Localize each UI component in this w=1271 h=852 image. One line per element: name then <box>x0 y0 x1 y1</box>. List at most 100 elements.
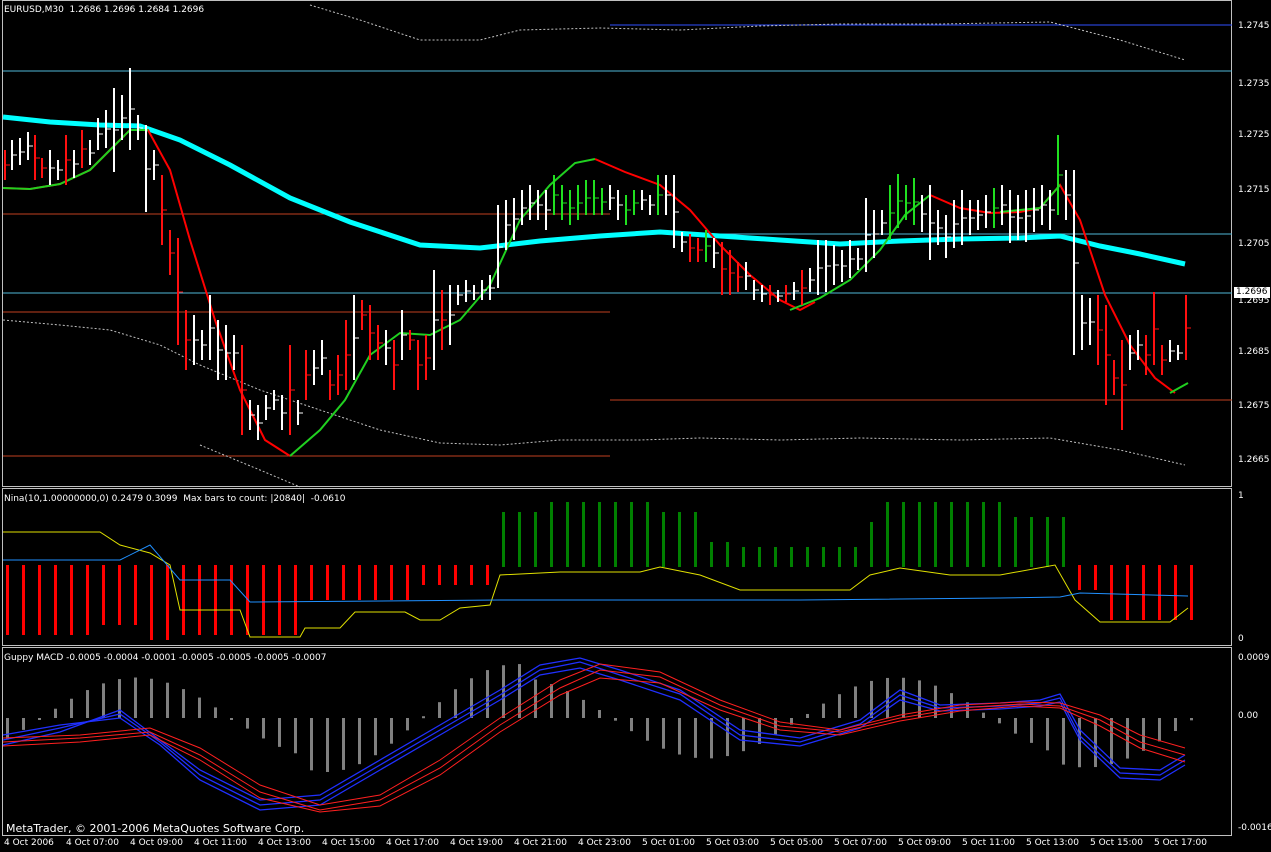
macd-histogram-bar <box>566 691 569 718</box>
time-label: 5 Oct 09:00 <box>898 838 951 848</box>
time-label: 5 Oct 13:00 <box>1026 838 1079 848</box>
macd-histogram-bar <box>230 718 233 720</box>
nina-histogram-bar <box>1126 565 1129 620</box>
nina-scale-top: 1 <box>1238 491 1244 501</box>
price-label: 1.2685 <box>1238 347 1270 357</box>
macd-histogram-bar <box>358 718 361 765</box>
macd-histogram-bar <box>262 718 265 739</box>
current-price-tag: 1.2696 <box>1234 287 1270 298</box>
macd-histogram-bar <box>54 708 57 718</box>
price-label: 1.2665 <box>1238 455 1270 465</box>
nina-histogram-bar <box>630 502 633 567</box>
nina-histogram-bar <box>1078 565 1081 590</box>
macd-histogram-bar <box>86 690 89 718</box>
nina-histogram-bar <box>1174 565 1177 620</box>
macd-histogram-bar <box>166 682 169 718</box>
guppy-fast-line <box>2 667 1186 811</box>
nina-histogram-bar <box>342 565 345 600</box>
macd-histogram-bar <box>1046 718 1049 751</box>
nina-histogram-bar <box>582 502 585 567</box>
macd-histogram-bar <box>150 678 153 718</box>
macd-histogram-bar <box>598 710 601 718</box>
nina-histogram-bar <box>278 565 281 635</box>
macd-histogram-bar <box>534 679 537 718</box>
nina-histogram-bar <box>966 502 969 567</box>
macd-histogram-bar <box>102 683 105 718</box>
nina-histogram-bar <box>598 502 601 567</box>
guppy-scale-top: 0.0009 <box>1238 653 1270 663</box>
nina-histogram-bar <box>422 565 425 585</box>
macd-histogram-bar <box>710 718 713 759</box>
macd-histogram-bar <box>1014 718 1017 734</box>
nina-histogram-bar <box>134 565 137 625</box>
guppy-fast-line <box>2 661 1186 806</box>
macd-histogram-bar <box>950 693 953 718</box>
nina-histogram-bar <box>262 565 265 635</box>
nina-histogram-bar <box>358 565 361 600</box>
nina-histogram-bar <box>870 522 873 567</box>
nina-histogram-bar <box>550 502 553 567</box>
nina-histogram-bar <box>566 502 569 567</box>
time-label: 4 Oct 21:00 <box>514 838 567 848</box>
nina-histogram-bar <box>646 502 649 567</box>
nina-histogram-bar <box>838 547 841 567</box>
macd-histogram-bar <box>438 702 441 718</box>
nina-histogram-bar <box>230 565 233 635</box>
nina-histogram-bar <box>822 547 825 567</box>
macd-histogram-bar <box>678 718 681 755</box>
macd-histogram-bar <box>694 718 697 758</box>
main-chart-title: EURUSD,M30 1.2686 1.2696 1.2684 1.2696 <box>4 5 205 15</box>
macd-histogram-bar <box>822 703 825 718</box>
nina-histogram-bar <box>118 565 121 625</box>
guppy-slow-line <box>2 663 1186 806</box>
nina-histogram-bar <box>310 565 313 600</box>
macd-histogram-bar <box>838 694 841 718</box>
macd-histogram-bar <box>662 718 665 749</box>
macd-histogram-bar <box>934 685 937 718</box>
macd-histogram-bar <box>726 718 729 757</box>
nina-histogram-bar <box>1094 565 1097 590</box>
macd-histogram-bar <box>486 670 489 718</box>
nina-histogram-bar <box>470 565 473 585</box>
nina-histogram-bar <box>198 565 201 635</box>
macd-histogram-bar <box>582 699 585 718</box>
macd-histogram-bar <box>1158 718 1161 742</box>
nina-histogram-bar <box>54 565 57 635</box>
nina-histogram-bar <box>1062 517 1065 567</box>
macd-histogram-bar <box>806 713 809 718</box>
macd-histogram-bar <box>294 718 297 754</box>
time-label: 4 Oct 15:00 <box>322 838 375 848</box>
macd-histogram-bar <box>1030 718 1033 743</box>
guppy-scale-bottom: -0.0016 <box>1238 823 1271 833</box>
nina-histogram-bar <box>518 512 521 567</box>
macd-histogram-bar <box>1078 718 1081 768</box>
macd-histogram-bar <box>518 664 521 718</box>
macd-histogram-bar <box>758 718 761 744</box>
nina-histogram-bar <box>998 502 1001 567</box>
price-label: 1.2735 <box>1238 79 1270 89</box>
nina-histogram-bar <box>1014 517 1017 567</box>
nina-histogram-bar <box>934 502 937 567</box>
time-label: 4 Oct 19:00 <box>450 838 503 848</box>
nina-histogram-bar <box>614 502 617 567</box>
time-label: 4 Oct 09:00 <box>130 838 183 848</box>
macd-histogram-bar <box>646 718 649 741</box>
nina-signal-line <box>3 531 1189 638</box>
nina-scale-bottom: 0 <box>1238 634 1244 644</box>
macd-histogram-bar <box>278 718 281 747</box>
nina-histogram-bar <box>214 565 217 635</box>
nina-histogram-bar <box>390 565 393 600</box>
nina-histogram-bar <box>1030 517 1033 567</box>
macd-histogram-bar <box>614 718 617 721</box>
nina-histogram-bar <box>918 502 921 567</box>
envelope-line <box>199 444 301 488</box>
nina-histogram-bar <box>726 542 729 567</box>
time-label: 4 Oct 23:00 <box>578 838 631 848</box>
nina-histogram-bar <box>502 512 505 567</box>
macd-histogram-bar <box>742 718 745 752</box>
macd-histogram-bar <box>854 686 857 718</box>
nina-histogram-bar <box>806 547 809 567</box>
time-label: 5 Oct 15:00 <box>1090 838 1143 848</box>
time-label: 4 Oct 07:00 <box>66 838 119 848</box>
macd-histogram-bar <box>902 677 905 718</box>
